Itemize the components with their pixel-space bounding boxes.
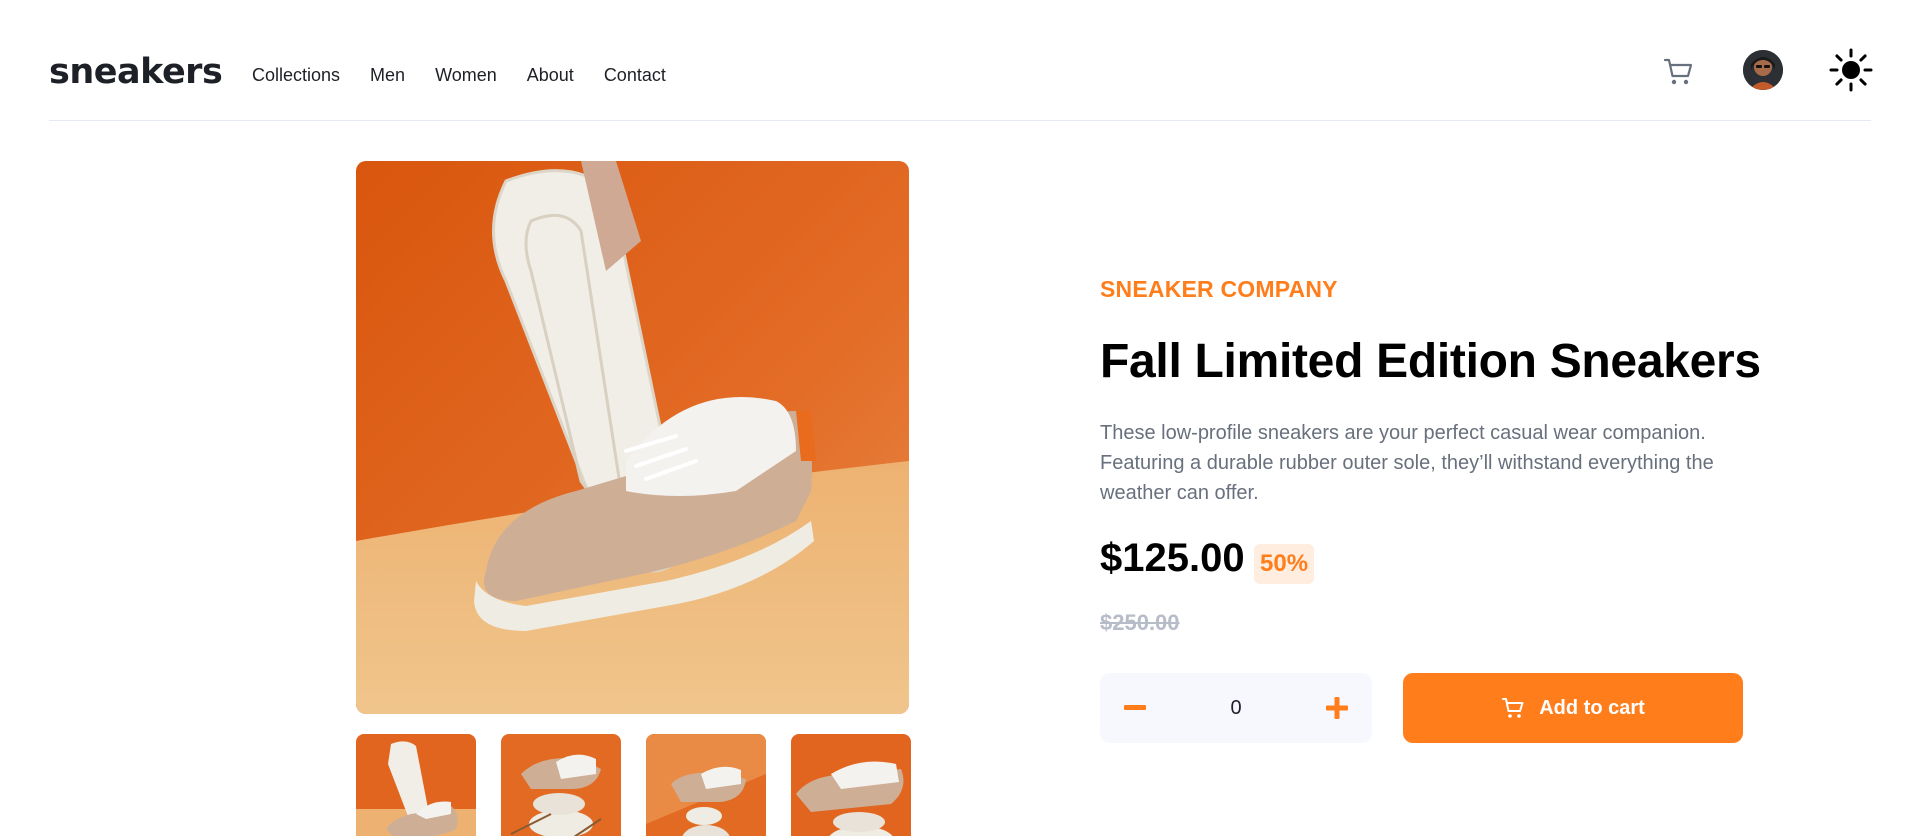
decrease-quantity-button[interactable] <box>1100 673 1170 743</box>
thumbnail-strip <box>356 734 911 836</box>
current-price: $125.00 <box>1100 536 1245 580</box>
product-main-image[interactable] <box>356 161 909 714</box>
avatar[interactable] <box>1743 50 1783 90</box>
add-to-cart-label: Add to cart <box>1539 696 1645 719</box>
sun-icon[interactable] <box>1829 48 1873 92</box>
minus-icon <box>1124 705 1146 710</box>
original-price: $250.00 <box>1100 610 1180 635</box>
cart-icon <box>1502 698 1524 718</box>
quantity-value[interactable]: 0 <box>1170 673 1302 743</box>
plus-icon <box>1326 697 1348 719</box>
site-header: sneakers Collections Men Women About Con… <box>49 0 1873 121</box>
nav-link-about[interactable]: About <box>527 65 574 86</box>
nav-link-women[interactable]: Women <box>435 65 497 86</box>
quantity-stepper: 0 <box>1100 673 1372 743</box>
add-to-cart-button[interactable]: Add to cart <box>1403 673 1743 743</box>
discount-badge: 50% <box>1254 544 1315 584</box>
product-description: These low-profile sneakers are your perf… <box>1100 422 1714 504</box>
thumbnail-3[interactable] <box>646 734 766 836</box>
thumbnail-4[interactable] <box>791 734 911 836</box>
product-title: Fall Limited Edition Sneakers <box>1100 335 1761 388</box>
logo[interactable]: sneakers <box>49 52 223 92</box>
nav-link-contact[interactable]: Contact <box>604 65 666 86</box>
thumbnail-2[interactable] <box>501 734 621 836</box>
cart-icon[interactable] <box>1663 56 1695 88</box>
thumbnail-1[interactable] <box>356 734 476 836</box>
nav-link-men[interactable]: Men <box>370 65 405 86</box>
increase-quantity-button[interactable] <box>1302 673 1372 743</box>
nav-link-collections[interactable]: Collections <box>252 65 340 86</box>
main-nav: Collections Men Women About Contact <box>252 65 696 86</box>
company-name: SNEAKER COMPANY <box>1100 276 1338 302</box>
